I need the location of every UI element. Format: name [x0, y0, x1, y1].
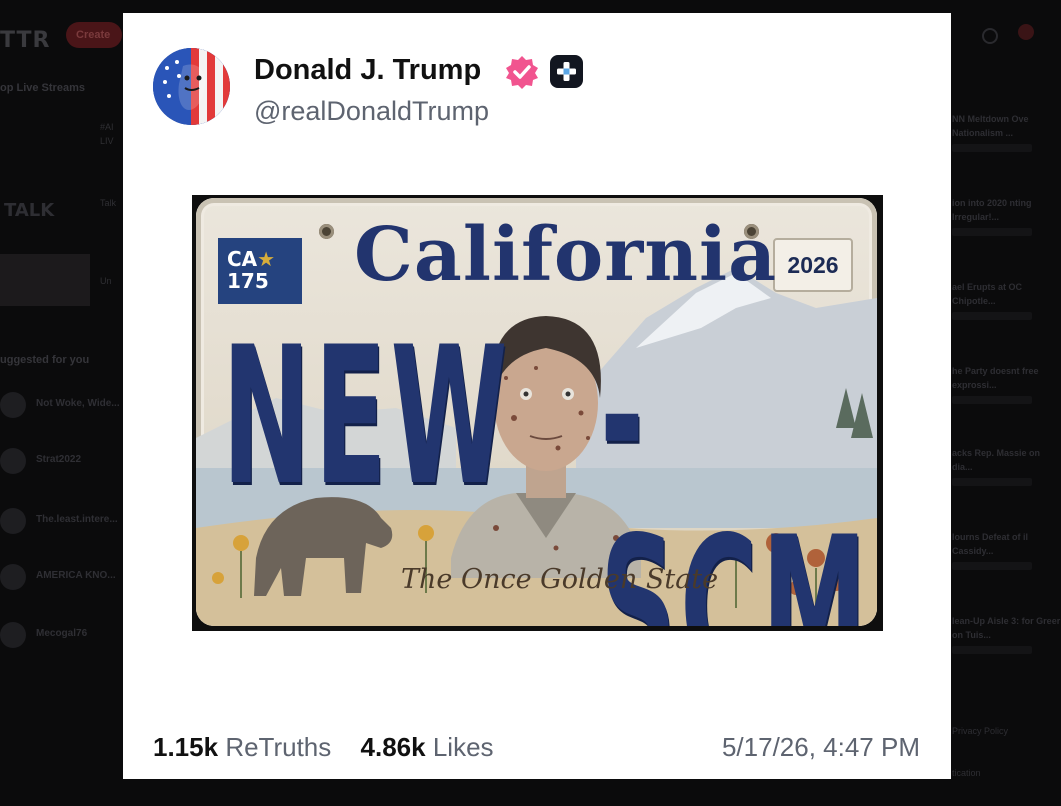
post-timestamp[interactable]: 5/17/26, 4:47 PM	[722, 732, 920, 763]
license-plate-image: CA★ 175 2026 California NEW -SCM The Onc…	[196, 198, 877, 626]
create-button[interactable]: Create	[66, 22, 122, 48]
plate-tagline: The Once Golden State	[401, 564, 719, 595]
trending-item[interactable]: acks Rep. Massie on dia...	[952, 446, 1061, 486]
trending-item[interactable]: lourns Defeat of il Cassidy...	[952, 530, 1061, 570]
plate-number-left: NEW	[222, 306, 512, 527]
live-item-un[interactable]: Un	[100, 276, 112, 286]
trending-item[interactable]: ion into 2020 nting Irregular!...	[952, 196, 1061, 236]
suggested-heading: uggested for you	[0, 354, 90, 366]
avatar	[0, 564, 26, 590]
avatar[interactable]	[153, 48, 230, 125]
app-logo[interactable]: TTR	[0, 28, 50, 53]
plus-badge-icon	[550, 55, 583, 88]
retruths-count[interactable]: 1.15k	[153, 732, 218, 762]
trending-item[interactable]: he Party doesnt free exprossi...	[952, 364, 1061, 404]
year-sticker: 2026	[773, 238, 853, 292]
plate-bolt-hole	[319, 224, 334, 239]
plate-state-name: California	[354, 212, 778, 298]
live-item-label[interactable]: LIV	[100, 136, 114, 146]
search-icon[interactable]	[982, 28, 998, 44]
privacy-policy-link[interactable]: Privacy Policy	[952, 724, 1061, 738]
suggested-user[interactable]: Not Woke, Wide...	[0, 390, 122, 426]
display-name[interactable]: Donald J. Trump	[254, 54, 481, 87]
trending-item[interactable]: lean-Up Aisle 3: for Greer on Tuis...	[952, 614, 1061, 654]
verified-icon	[506, 56, 538, 89]
avatar	[0, 392, 26, 418]
avatar	[0, 622, 26, 648]
footer-link[interactable]: tication	[952, 766, 1061, 780]
live-item-talk[interactable]: Talk	[100, 198, 116, 208]
avatar	[0, 508, 26, 534]
suggested-user[interactable]: Strat2022	[0, 446, 122, 482]
talk-channel-logo[interactable]: TALK	[4, 200, 54, 221]
live-item-tag[interactable]: #AI	[100, 122, 114, 132]
user-handle[interactable]: @realDonaldTrump	[254, 96, 489, 127]
likes-count[interactable]: 4.86k	[361, 732, 426, 762]
retruths-label[interactable]: ReTruths	[225, 732, 331, 762]
star-icon: ★	[257, 247, 276, 271]
header-icons	[978, 24, 1038, 46]
trending-item[interactable]: ael Erupts at OC Chipotle...	[952, 280, 1061, 320]
suggested-user[interactable]: The.least.intere...	[0, 506, 122, 542]
post-image[interactable]: CA★ 175 2026 California NEW -SCM The Onc…	[192, 195, 883, 631]
avatar	[0, 448, 26, 474]
live-streams-heading: op Live Streams	[0, 82, 85, 94]
trending-item[interactable]: NN Meltdown Ove Nationalism ...	[952, 112, 1061, 152]
likes-label[interactable]: Likes	[433, 732, 494, 762]
suggested-user[interactable]: Mecogal76	[0, 620, 122, 656]
stream-thumbnail[interactable]	[0, 254, 90, 306]
bell-icon[interactable]	[1018, 24, 1034, 40]
flag-face-avatar-icon	[153, 48, 230, 125]
post-stats: 1.15k ReTruths 4.86k Likes	[153, 732, 516, 763]
suggested-user[interactable]: AMERICA KNO...	[0, 562, 122, 598]
registration-sticker: CA★ 175	[218, 238, 302, 304]
post-card: Donald J. Trump @realDonaldTrump CA★ 175…	[123, 13, 951, 779]
